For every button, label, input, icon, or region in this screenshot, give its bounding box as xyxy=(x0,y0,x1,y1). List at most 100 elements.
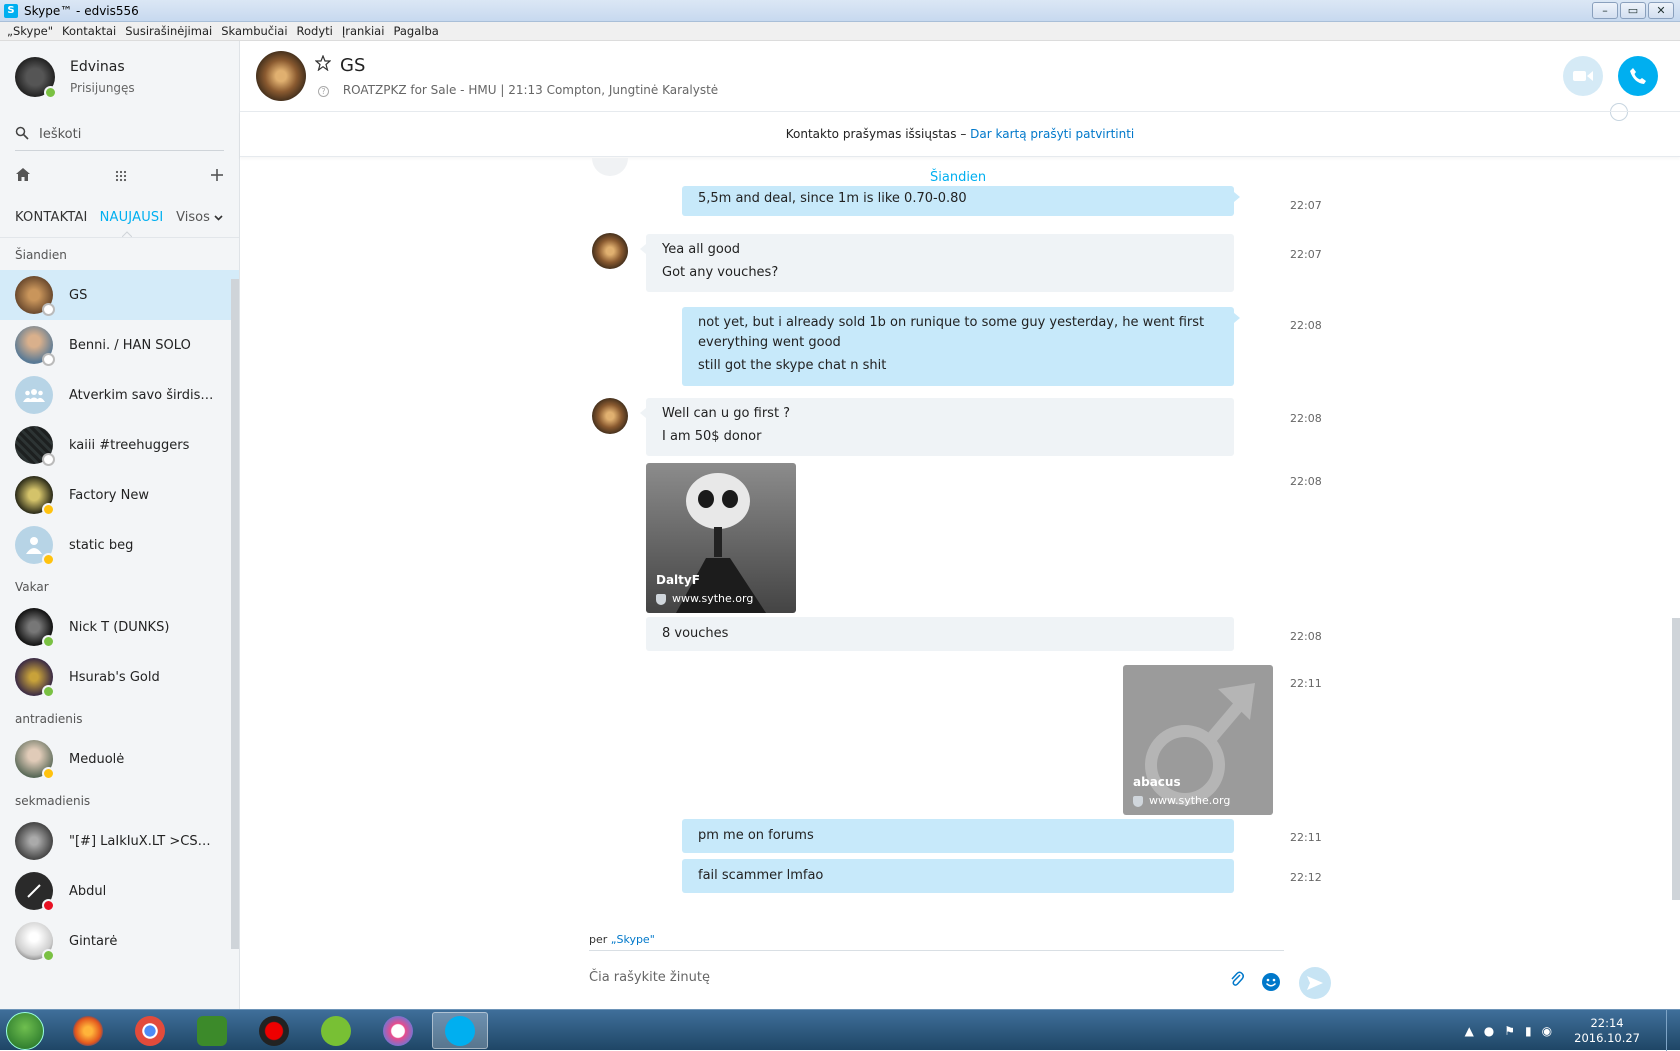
message-input[interactable]: Čia rašykite žinutę xyxy=(589,970,710,985)
menu-tools[interactable]: Įrankiai xyxy=(342,24,385,38)
search-box[interactable]: Ieškoti xyxy=(15,119,224,151)
taskbar-camtasia[interactable] xyxy=(184,1012,240,1049)
tray-steam-icon[interactable]: ◉ xyxy=(1542,1024,1552,1038)
message-outgoing[interactable]: not yet, but i already sold 1b on runiqu… xyxy=(682,307,1240,386)
card-url-text: www.sythe.org xyxy=(672,592,754,605)
taskbar-itunes[interactable] xyxy=(370,1012,426,1049)
contact-gintare[interactable]: Gintarė xyxy=(0,916,239,966)
taskbar-recorder[interactable] xyxy=(246,1012,302,1049)
contact-group-atverkim[interactable]: Atverkim savo širdis, p... xyxy=(0,370,239,420)
attach-file-icon[interactable] xyxy=(1230,970,1244,993)
message-incoming[interactable]: Yea all good Got any vouches? xyxy=(640,234,1234,292)
camtasia-icon xyxy=(197,1015,227,1046)
contact-gs[interactable]: GS xyxy=(0,270,239,320)
tab-contacts[interactable]: KONTAKTAI xyxy=(15,210,88,225)
menu-calls[interactable]: Skambučiai xyxy=(221,24,287,38)
message-incoming[interactable]: Well can u go first ? I am 50$ donor xyxy=(640,398,1234,456)
unknown-status-icon xyxy=(42,353,55,366)
contact-static-beg[interactable]: static beg xyxy=(0,520,239,570)
my-profile[interactable]: Edvinas Prisijungęs xyxy=(0,41,239,113)
show-desktop-button[interactable] xyxy=(1666,1010,1680,1051)
contact-laikiux[interactable]: "[#] LaIkIuX.LT >CS 1.6... xyxy=(0,816,239,866)
emoticon-icon[interactable] xyxy=(1262,973,1280,991)
message-incoming[interactable]: 8 vouches xyxy=(646,617,1234,651)
video-call-button[interactable] xyxy=(1563,56,1603,96)
resend-request-link[interactable]: Dar kartą prašyti patvirtinti xyxy=(970,127,1134,141)
message-outgoing[interactable]: pm me on forums xyxy=(682,819,1234,853)
shield-icon xyxy=(1133,795,1143,807)
contact-name: Meduolė xyxy=(69,751,125,767)
sidebar-toolbar xyxy=(0,155,239,197)
message-outgoing[interactable]: fail scammer lmfao xyxy=(682,859,1234,893)
start-button[interactable] xyxy=(6,1012,44,1050)
tray-network-icon[interactable]: ▮ xyxy=(1525,1024,1532,1038)
clock-time: 22:14 xyxy=(1590,1015,1624,1030)
away-status-icon xyxy=(42,767,55,780)
contact-meduole[interactable]: Meduolė xyxy=(0,734,239,784)
send-icon xyxy=(1307,976,1323,990)
local-time: 21:13 Compton, Jungtinė Karalystė xyxy=(508,83,719,97)
contact-kaiii[interactable]: kaiii #treehuggers xyxy=(0,420,239,470)
add-icon[interactable] xyxy=(210,167,224,186)
audio-call-button[interactable] xyxy=(1618,56,1658,96)
taskbar-utorrent[interactable] xyxy=(308,1012,364,1049)
tray-flag-icon[interactable]: ⚑ xyxy=(1504,1024,1515,1038)
link-preview-card[interactable]: DaltyF www.sythe.org xyxy=(646,463,796,613)
chat-scrollbar[interactable] xyxy=(1672,618,1680,900)
online-status-icon xyxy=(42,685,55,698)
favorite-star-icon[interactable] xyxy=(314,54,332,76)
tray-chrome-icon[interactable]: ● xyxy=(1484,1024,1494,1038)
contact-factory-new[interactable]: Factory New xyxy=(0,470,239,520)
dialpad-icon[interactable] xyxy=(115,167,127,186)
sidebar-scrollbar[interactable] xyxy=(231,279,239,949)
system-tray: ▲ ● ⚑ ▮ ◉ 22:14 2016.10.27 xyxy=(1465,1010,1680,1051)
home-icon[interactable] xyxy=(15,167,31,186)
chat-history: Šiandien 5,5m and deal, since 1m is like… xyxy=(240,158,1680,900)
contact-benni[interactable]: Benni. / HAN SOLO xyxy=(0,320,239,370)
contact-avatar xyxy=(15,326,55,366)
menu-view[interactable]: Rodyti xyxy=(297,24,333,38)
message-outgoing[interactable]: 5,5m and deal, since 1m is like 0.70-0.8… xyxy=(682,186,1240,216)
close-button[interactable]: ✕ xyxy=(1648,2,1674,19)
message-text: Got any vouches? xyxy=(662,265,779,280)
chrome-icon xyxy=(135,1015,165,1046)
taskbar-skype[interactable] xyxy=(432,1012,488,1049)
gs-avatar[interactable] xyxy=(592,398,628,434)
message-text: Yea all good xyxy=(662,242,741,257)
message-time: 22:11 xyxy=(1290,831,1322,844)
conversation-avatar[interactable] xyxy=(256,51,306,101)
message-text: not yet, but i already sold 1b on runiqu… xyxy=(698,315,1205,350)
link-preview-card[interactable]: abacus www.sythe.org xyxy=(1123,665,1273,815)
skull-image-icon xyxy=(676,473,766,613)
card-url: www.sythe.org xyxy=(1133,794,1230,807)
contact-name: Abdul xyxy=(69,883,107,899)
skype-app-icon: S xyxy=(4,3,18,18)
contact-abdul[interactable]: Abdul xyxy=(0,866,239,916)
contact-name: Gintarė xyxy=(69,933,118,949)
message-text: 5,5m and deal, since 1m is like 0.70-0.8… xyxy=(698,191,967,206)
minimize-button[interactable]: – xyxy=(1592,2,1618,19)
menu-skype[interactable]: „Skype" xyxy=(7,24,53,38)
menu-help[interactable]: Pagalba xyxy=(393,24,438,38)
contact-nick-t[interactable]: Nick T (DUNKS) xyxy=(0,602,239,652)
maximize-button[interactable]: ▭ xyxy=(1620,2,1646,19)
filter-dropdown[interactable]: Visos xyxy=(176,210,223,225)
via-skype-link[interactable]: „Skype" xyxy=(611,933,655,946)
taskbar-chrome[interactable] xyxy=(122,1012,178,1049)
my-name: Edvinas xyxy=(70,59,125,75)
away-status-icon xyxy=(42,553,55,566)
send-button[interactable] xyxy=(1299,967,1331,999)
my-status[interactable]: Prisijungęs xyxy=(70,81,135,95)
menu-contacts[interactable]: Kontaktai xyxy=(62,24,116,38)
contact-avatar xyxy=(15,872,55,912)
clock-date: 2016.10.27 xyxy=(1574,1030,1640,1045)
menu-conversations[interactable]: Susirašinėjimai xyxy=(125,24,212,38)
tab-recent[interactable]: NAUJAUSI xyxy=(100,210,164,225)
contact-name: Nick T (DUNKS) xyxy=(69,619,170,635)
system-clock[interactable]: 22:14 2016.10.27 xyxy=(1574,1016,1640,1046)
contact-hsurab[interactable]: Hsurab's Gold xyxy=(0,652,239,702)
taskbar-firefox[interactable] xyxy=(60,1012,116,1049)
message-text: fail scammer lmfao xyxy=(698,868,824,883)
tray-expand-icon[interactable]: ▲ xyxy=(1465,1024,1474,1038)
gs-avatar[interactable] xyxy=(592,233,628,269)
